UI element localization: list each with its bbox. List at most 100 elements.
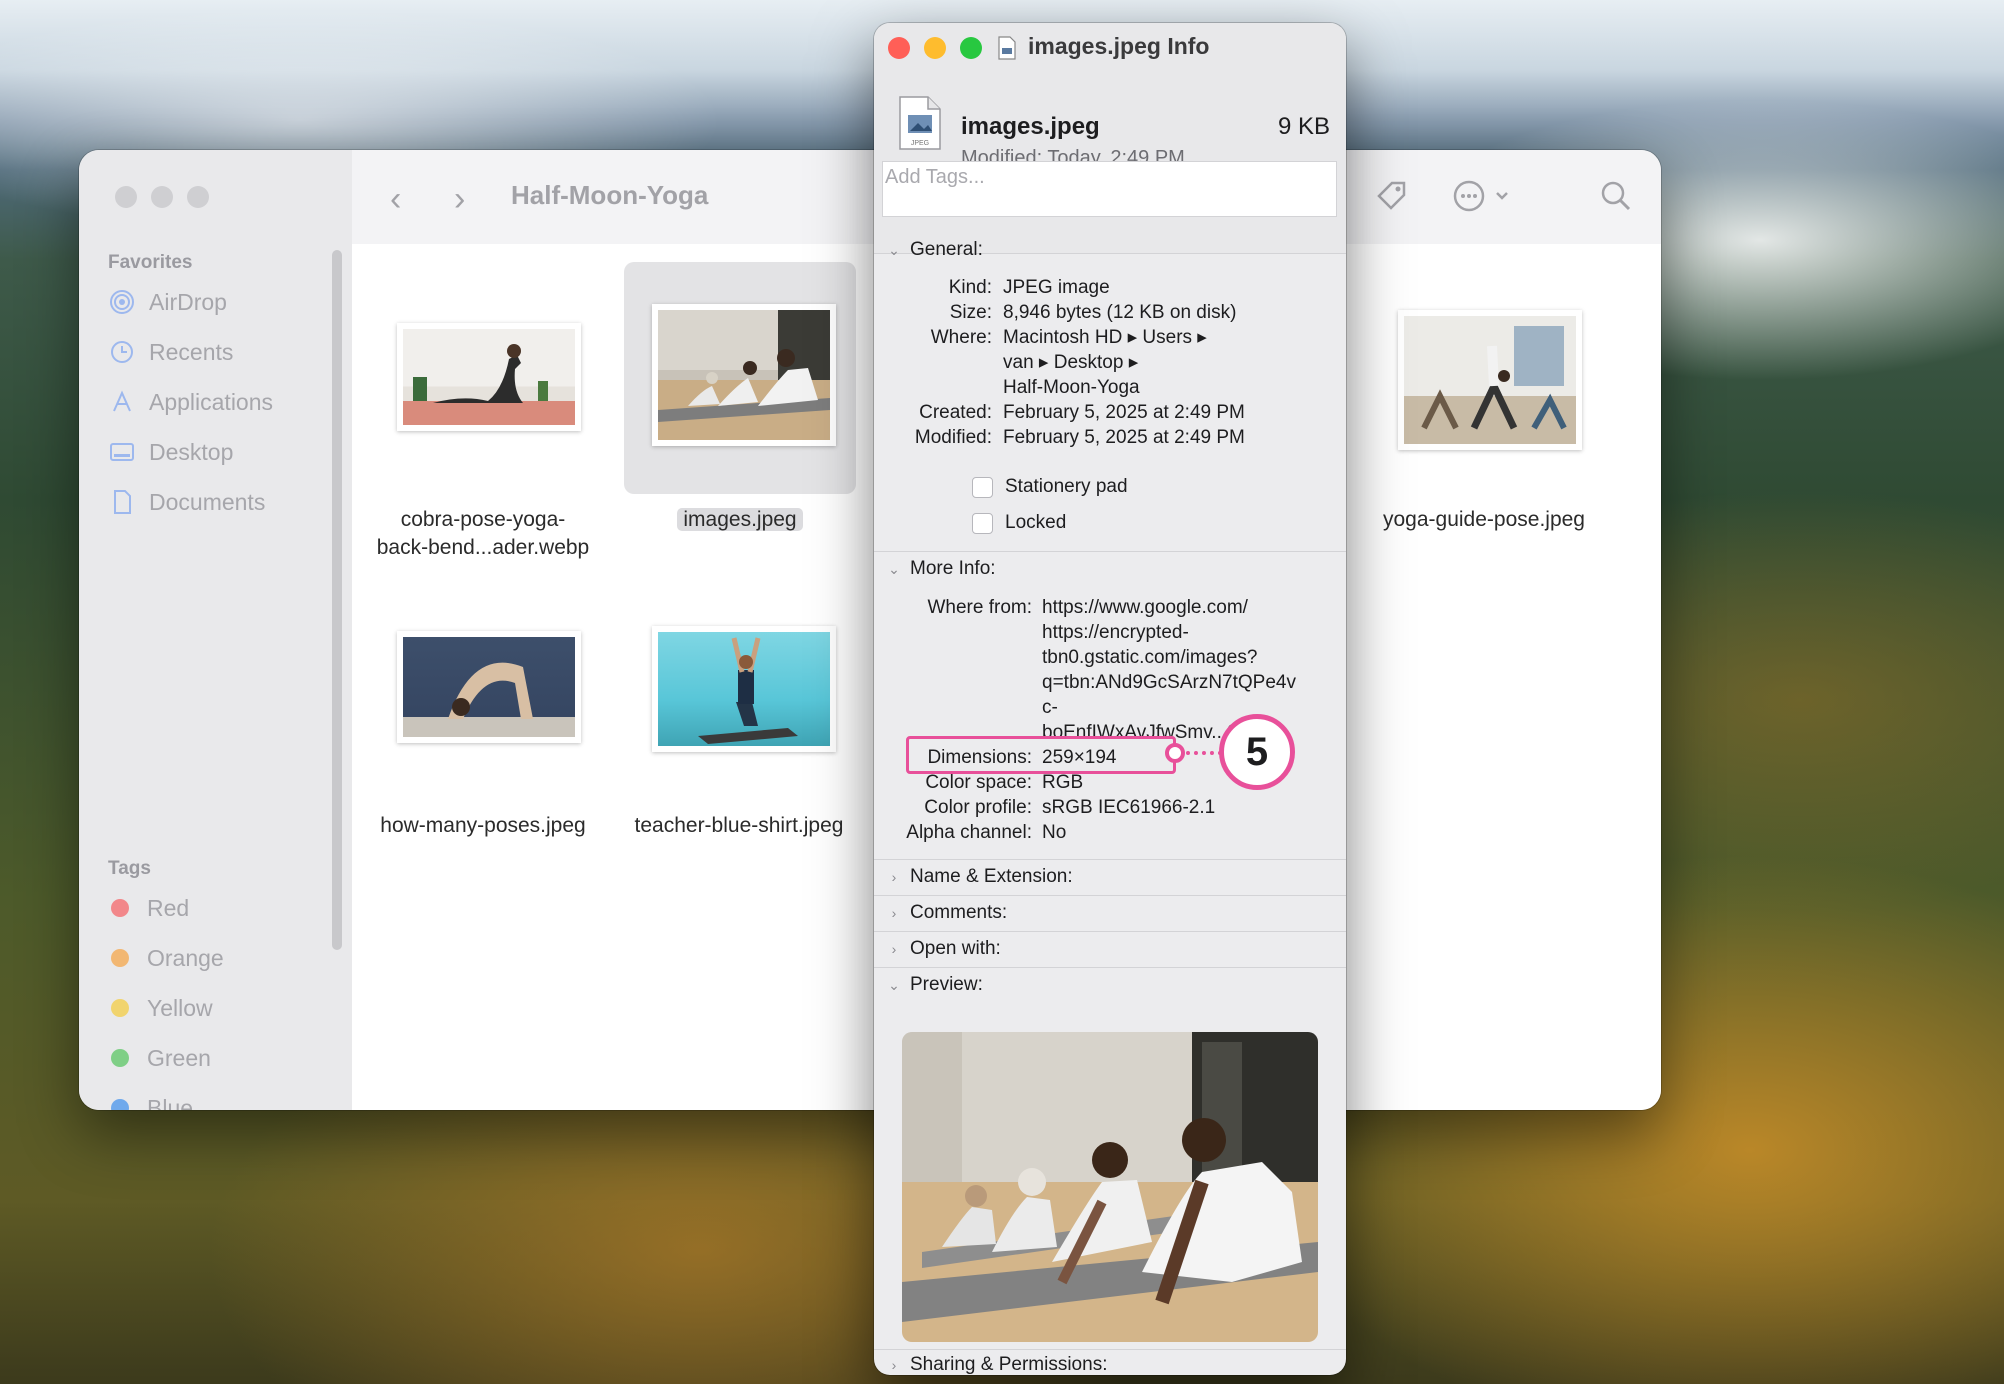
stationery-pad-checkbox[interactable]: Stationery pad bbox=[972, 476, 1128, 498]
info-window: images.jpeg Info JPEG images.jpeg 9 KB M… bbox=[874, 23, 1346, 1375]
where-value-line1: Macintosh HD ▸ Users ▸ bbox=[1003, 327, 1207, 348]
finder-sidebar: Favorites AirDrop Recents Applications D… bbox=[79, 150, 353, 1110]
more-info-section-toggle[interactable]: ⌄ More Info: bbox=[888, 558, 996, 580]
modified-value: February 5, 2025 at 2:49 PM bbox=[1003, 427, 1245, 448]
comments-section-toggle[interactable]: › Comments: bbox=[888, 902, 1007, 924]
name-extension-section-toggle[interactable]: › Name & Extension: bbox=[888, 866, 1073, 888]
image-preview bbox=[902, 1032, 1318, 1342]
finder-window: Favorites AirDrop Recents Applications D… bbox=[79, 150, 1661, 1110]
folder-title: Half-Moon-Yoga bbox=[511, 180, 709, 210]
checkbox-icon bbox=[972, 512, 993, 534]
name-extension-heading: Name & Extension: bbox=[910, 866, 1073, 887]
svg-text:JPEG: JPEG bbox=[911, 140, 929, 147]
sharing-permissions-section-toggle[interactable]: › Sharing & Permissions: bbox=[888, 1354, 1108, 1375]
sidebar-tag-red[interactable]: Red bbox=[109, 888, 189, 928]
where-from-line: https://www.google.com/ bbox=[1042, 597, 1248, 618]
sidebar-tag-yellow[interactable]: Yellow bbox=[109, 988, 213, 1028]
green-tag-icon bbox=[111, 1049, 129, 1067]
sidebar-item-applications[interactable]: Applications bbox=[109, 382, 273, 422]
file-thumbnail bbox=[1398, 310, 1582, 450]
backbend-photo-thumbnail bbox=[403, 662, 575, 737]
more-info-heading: More Info: bbox=[910, 558, 996, 579]
red-tag-icon bbox=[111, 899, 129, 917]
step-number-badge: 5 bbox=[1219, 714, 1295, 790]
jpeg-file-icon: JPEG bbox=[899, 96, 941, 150]
divider bbox=[874, 551, 1346, 552]
sidebar-item-documents[interactable]: Documents bbox=[109, 482, 265, 522]
close-button[interactable] bbox=[115, 186, 137, 208]
sidebar-item-label: Desktop bbox=[149, 438, 234, 465]
yoga-class-preview-image bbox=[902, 1032, 1318, 1342]
forward-button[interactable]: › bbox=[454, 180, 465, 219]
divider bbox=[874, 1349, 1346, 1350]
open-with-heading: Open with: bbox=[910, 938, 1001, 959]
close-button[interactable] bbox=[888, 37, 910, 59]
info-titlebar: images.jpeg Info bbox=[874, 23, 1346, 73]
locked-label: Locked bbox=[1005, 512, 1067, 533]
open-with-section-toggle[interactable]: › Open with: bbox=[888, 938, 1001, 960]
chevron-right-icon: › bbox=[891, 869, 897, 885]
sidebar-item-label: Applications bbox=[149, 388, 274, 415]
general-dates-table: Created: February 5, 2025 at 2:49 PM Mod… bbox=[874, 400, 1346, 450]
chevron-right-icon: › bbox=[891, 905, 897, 921]
minimize-button[interactable] bbox=[924, 37, 946, 59]
sidebar-tag-green[interactable]: Green bbox=[109, 1038, 211, 1078]
created-value: February 5, 2025 at 2:49 PM bbox=[1003, 402, 1245, 423]
sidebar-item-label: Documents bbox=[149, 488, 266, 515]
sidebar-item-label: Blue bbox=[147, 1094, 194, 1111]
add-tags-field[interactable]: Add Tags... bbox=[882, 161, 1337, 217]
where-value-line3: Half-Moon-Yoga bbox=[1003, 377, 1140, 398]
minimize-button[interactable] bbox=[151, 186, 173, 208]
sidebar-item-label: Yellow bbox=[147, 994, 213, 1021]
favorites-heading: Favorites bbox=[108, 252, 193, 273]
file-name: teacher-blue-shirt.jpeg bbox=[634, 814, 844, 837]
sidebar-item-airdrop[interactable]: AirDrop bbox=[109, 282, 227, 322]
checkbox-icon bbox=[972, 476, 993, 498]
where-from-line: q=tbn:ANd9GcSArzN7tQPe4v bbox=[1042, 672, 1296, 693]
file-name: yoga-guide-pose.jpeg bbox=[1383, 508, 1585, 531]
zoom-button[interactable] bbox=[960, 37, 982, 59]
divider bbox=[874, 967, 1346, 968]
locked-checkbox[interactable]: Locked bbox=[972, 512, 1066, 534]
back-button[interactable]: ‹ bbox=[390, 180, 401, 219]
chevron-right-icon: › bbox=[891, 941, 897, 957]
sidebar-tag-orange[interactable]: Orange bbox=[109, 938, 224, 978]
where-from-label: Where from: bbox=[927, 597, 1032, 618]
orange-tag-icon bbox=[111, 949, 129, 967]
sidebar-item-recents[interactable]: Recents bbox=[109, 332, 233, 372]
created-label: Created: bbox=[919, 402, 992, 423]
sidebar-item-label: Orange bbox=[147, 944, 224, 971]
chevron-down-icon: ⌄ bbox=[888, 560, 900, 577]
color-profile-value: sRGB IEC61966-2.1 bbox=[1042, 797, 1216, 818]
preview-section-toggle[interactable]: ⌄ Preview: bbox=[888, 974, 983, 996]
sharing-permissions-heading: Sharing & Permissions: bbox=[910, 1354, 1108, 1375]
chevron-down-icon: ⌄ bbox=[888, 976, 900, 993]
size-label: Size: bbox=[949, 302, 992, 323]
sidebar-item-desktop[interactable]: Desktop bbox=[109, 432, 233, 472]
alpha-channel-label: Alpha channel: bbox=[906, 822, 1032, 843]
sidebar-item-label: Recents bbox=[149, 338, 234, 365]
general-section-toggle[interactable]: ⌄ General: bbox=[888, 239, 983, 261]
info-window-controls bbox=[888, 37, 982, 59]
tags-placeholder: Add Tags... bbox=[885, 166, 985, 188]
yellow-tag-icon bbox=[111, 999, 129, 1017]
divider bbox=[874, 859, 1346, 860]
finder-window-controls bbox=[115, 186, 209, 208]
zoom-button[interactable] bbox=[187, 186, 209, 208]
airdrop-icon bbox=[110, 290, 134, 314]
sidebar-item-label: AirDrop bbox=[149, 288, 227, 315]
more-actions-icon[interactable] bbox=[1453, 178, 1517, 214]
chevron-right-icon: › bbox=[891, 1357, 897, 1373]
file-name: back-bend...ader.webp bbox=[376, 536, 590, 559]
general-info-table: Kind: JPEG image Size: 8,946 bytes (12 K… bbox=[874, 275, 1346, 415]
search-icon[interactable] bbox=[1598, 178, 1634, 214]
desktop-icon bbox=[110, 443, 134, 461]
dimensions-highlight-box bbox=[906, 736, 1176, 774]
file-thumbnail bbox=[397, 323, 581, 431]
tag-icon[interactable] bbox=[1374, 178, 1410, 214]
alpha-channel-value: No bbox=[1042, 822, 1067, 843]
where-from-line: tbn0.gstatic.com/images? bbox=[1042, 647, 1258, 668]
sidebar-scrollbar[interactable] bbox=[332, 250, 342, 950]
file-thumbnail bbox=[652, 626, 836, 752]
sidebar-tag-blue[interactable]: Blue bbox=[109, 1088, 193, 1110]
